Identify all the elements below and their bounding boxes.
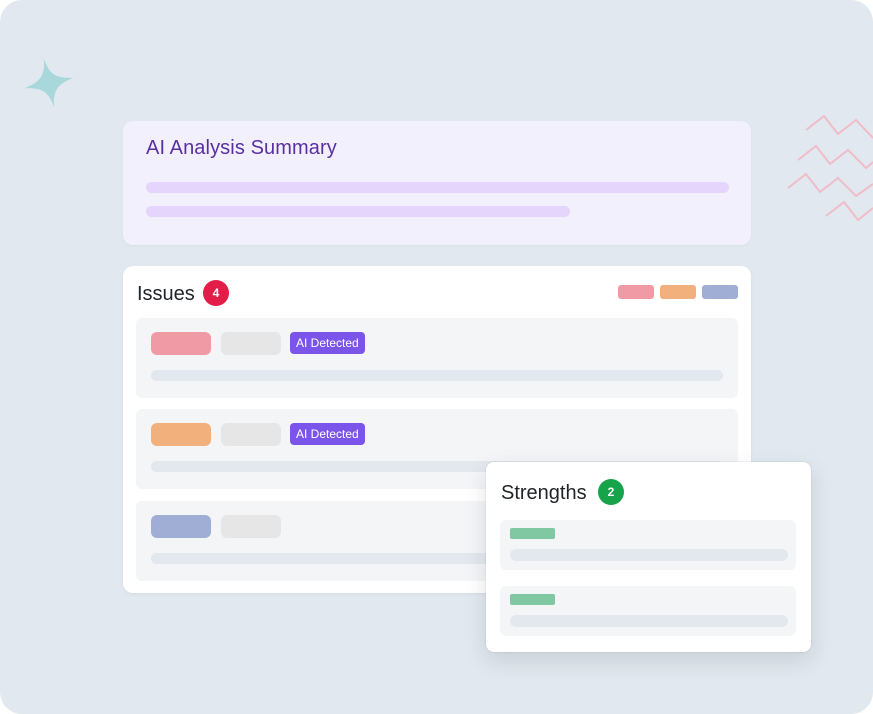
ai-detected-tag: AI Detected (290, 423, 365, 445)
severity-pill (151, 332, 211, 355)
strengths-count-badge: 2 (598, 479, 624, 505)
severity-pill (151, 423, 211, 446)
sparkle-icon (24, 58, 74, 108)
strength-text-placeholder (510, 549, 788, 561)
severity-pill (151, 515, 211, 538)
category-pill (221, 515, 281, 538)
strength-text-placeholder (510, 615, 788, 627)
issues-title: Issues (137, 283, 195, 305)
ai-analysis-summary-card: AI Analysis Summary (123, 121, 751, 245)
issue-text-placeholder (151, 370, 723, 381)
category-pill (221, 332, 281, 355)
legend-swatch-medium[interactable] (660, 285, 696, 299)
summary-text-placeholder (146, 206, 570, 217)
legend-swatch-high[interactable] (618, 285, 654, 299)
strengths-title: Strengths (501, 482, 587, 504)
summary-title: AI Analysis Summary (146, 137, 337, 159)
ai-detected-tag: AI Detected (290, 332, 365, 354)
strength-tag (510, 528, 555, 539)
app-canvas: AI Analysis Summary Issues 4 AI Detected… (0, 0, 873, 714)
zigzag-decoration (787, 114, 873, 222)
summary-text-placeholder (146, 182, 729, 193)
strength-tag (510, 594, 555, 605)
category-pill (221, 423, 281, 446)
issue-row[interactable]: AI Detected (136, 318, 738, 398)
issues-count-badge: 4 (203, 280, 229, 306)
strength-row[interactable] (500, 520, 796, 570)
strengths-card: Strengths 2 (486, 462, 811, 652)
strength-row[interactable] (500, 586, 796, 636)
legend-swatch-low[interactable] (702, 285, 738, 299)
